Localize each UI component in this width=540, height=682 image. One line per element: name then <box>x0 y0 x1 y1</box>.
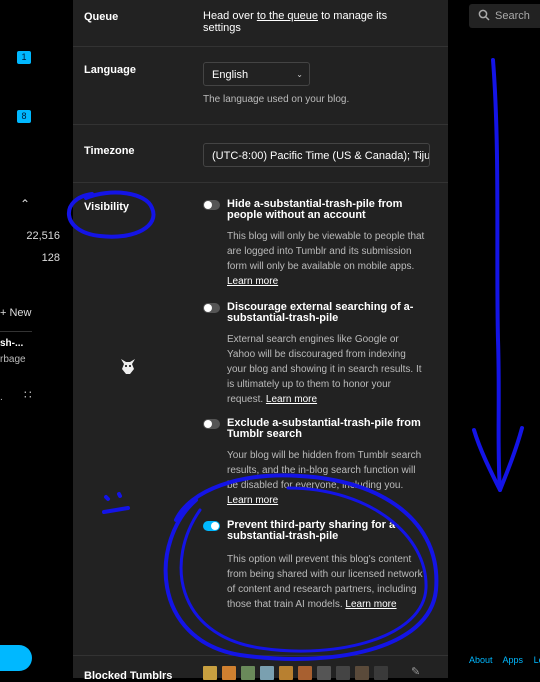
drag-handle-icon[interactable]: ∷ <box>24 388 32 402</box>
notification-badge: 1 <box>17 51 31 64</box>
learn-more-link[interactable]: Learn more <box>345 599 396 610</box>
footer-links: About Apps Le <box>469 655 540 665</box>
discourage-toggle[interactable] <box>203 303 220 313</box>
blog-name[interactable]: sh-... <box>0 338 23 349</box>
option-desc-text: External search engines like Google or Y… <box>227 334 422 405</box>
option-desc: This blog will only be viewable to peopl… <box>227 229 425 289</box>
toggle-knob <box>211 522 219 530</box>
language-select[interactable]: English ⌄ <box>203 62 310 86</box>
option-desc-text: This blog will only be viewable to peopl… <box>227 231 425 272</box>
language-value: English <box>212 69 249 81</box>
divider <box>73 182 448 183</box>
chevron-up-icon[interactable]: ⌃ <box>20 197 30 211</box>
toggle-knob <box>204 420 212 428</box>
queue-label: Queue <box>84 11 119 23</box>
language-label: Language <box>84 64 136 76</box>
queue-link[interactable]: to the queue <box>257 10 318 22</box>
visibility-label: Visibility <box>84 201 130 213</box>
divider <box>73 46 448 47</box>
new-blog-button[interactable]: + New <box>0 307 32 319</box>
followers-count: 22,516 <box>26 230 60 242</box>
divider <box>73 655 448 656</box>
left-sidebar: 1 8 ⌃ 22,516 128 + New sh-... rbage . ∷ <box>0 0 60 678</box>
posts-count: 128 <box>41 252 60 264</box>
option-title: Prevent third-party sharing for a-substa… <box>227 519 399 542</box>
notification-badge: 8 <box>17 110 31 123</box>
toggle-knob <box>204 201 212 209</box>
queue-text-before: Head over <box>203 10 254 22</box>
search-icon <box>478 9 490 21</box>
timezone-value: (UTC-8:00) Pacific Time (US & Canada); T… <box>212 150 430 162</box>
divider <box>0 331 32 332</box>
toggle-knob <box>204 304 212 312</box>
footer-link-about[interactable]: About <box>469 655 493 665</box>
chevron-down-icon: ⌄ <box>296 70 303 79</box>
option-title: Exclude a-substantial-trash-pile from Tu… <box>227 417 421 440</box>
hide-toggle[interactable] <box>203 200 220 210</box>
prevent-sharing-toggle[interactable] <box>203 521 220 531</box>
option-desc: Your blog will be hidden from Tumblr sea… <box>227 448 425 508</box>
timezone-label: Timezone <box>84 145 135 157</box>
option-title: Hide a-substantial-trash-pile from peopl… <box>227 198 403 221</box>
blocked-label: Blocked Tumblrs <box>84 670 173 682</box>
option-desc: External search engines like Google or Y… <box>227 332 425 407</box>
exclude-toggle[interactable] <box>203 419 220 429</box>
post-button[interactable] <box>0 645 32 671</box>
timezone-select[interactable]: (UTC-8:00) Pacific Time (US & Canada); T… <box>203 143 430 167</box>
option-desc-text: Your blog will be hidden from Tumblr sea… <box>227 450 422 491</box>
option-desc: This option will prevent this blog's con… <box>227 552 425 612</box>
learn-more-link[interactable]: Learn more <box>227 276 278 287</box>
divider <box>73 124 448 125</box>
ellipsis-icon: . <box>0 392 3 403</box>
language-help: The language used on your blog. <box>203 94 350 105</box>
chevron-down-icon: ⌄ <box>416 151 423 160</box>
footer-link-legal[interactable]: Le <box>534 655 540 665</box>
queue-text: Head over to the queue to manage its set… <box>203 10 418 34</box>
right-column <box>448 0 540 678</box>
option-title: Discourage external searching of a-subst… <box>227 301 414 324</box>
footer-link-apps[interactable]: Apps <box>503 655 524 665</box>
blog-subtitle: rbage <box>0 354 26 365</box>
learn-more-link[interactable]: Learn more <box>266 394 317 405</box>
learn-more-link[interactable]: Learn more <box>227 495 278 506</box>
